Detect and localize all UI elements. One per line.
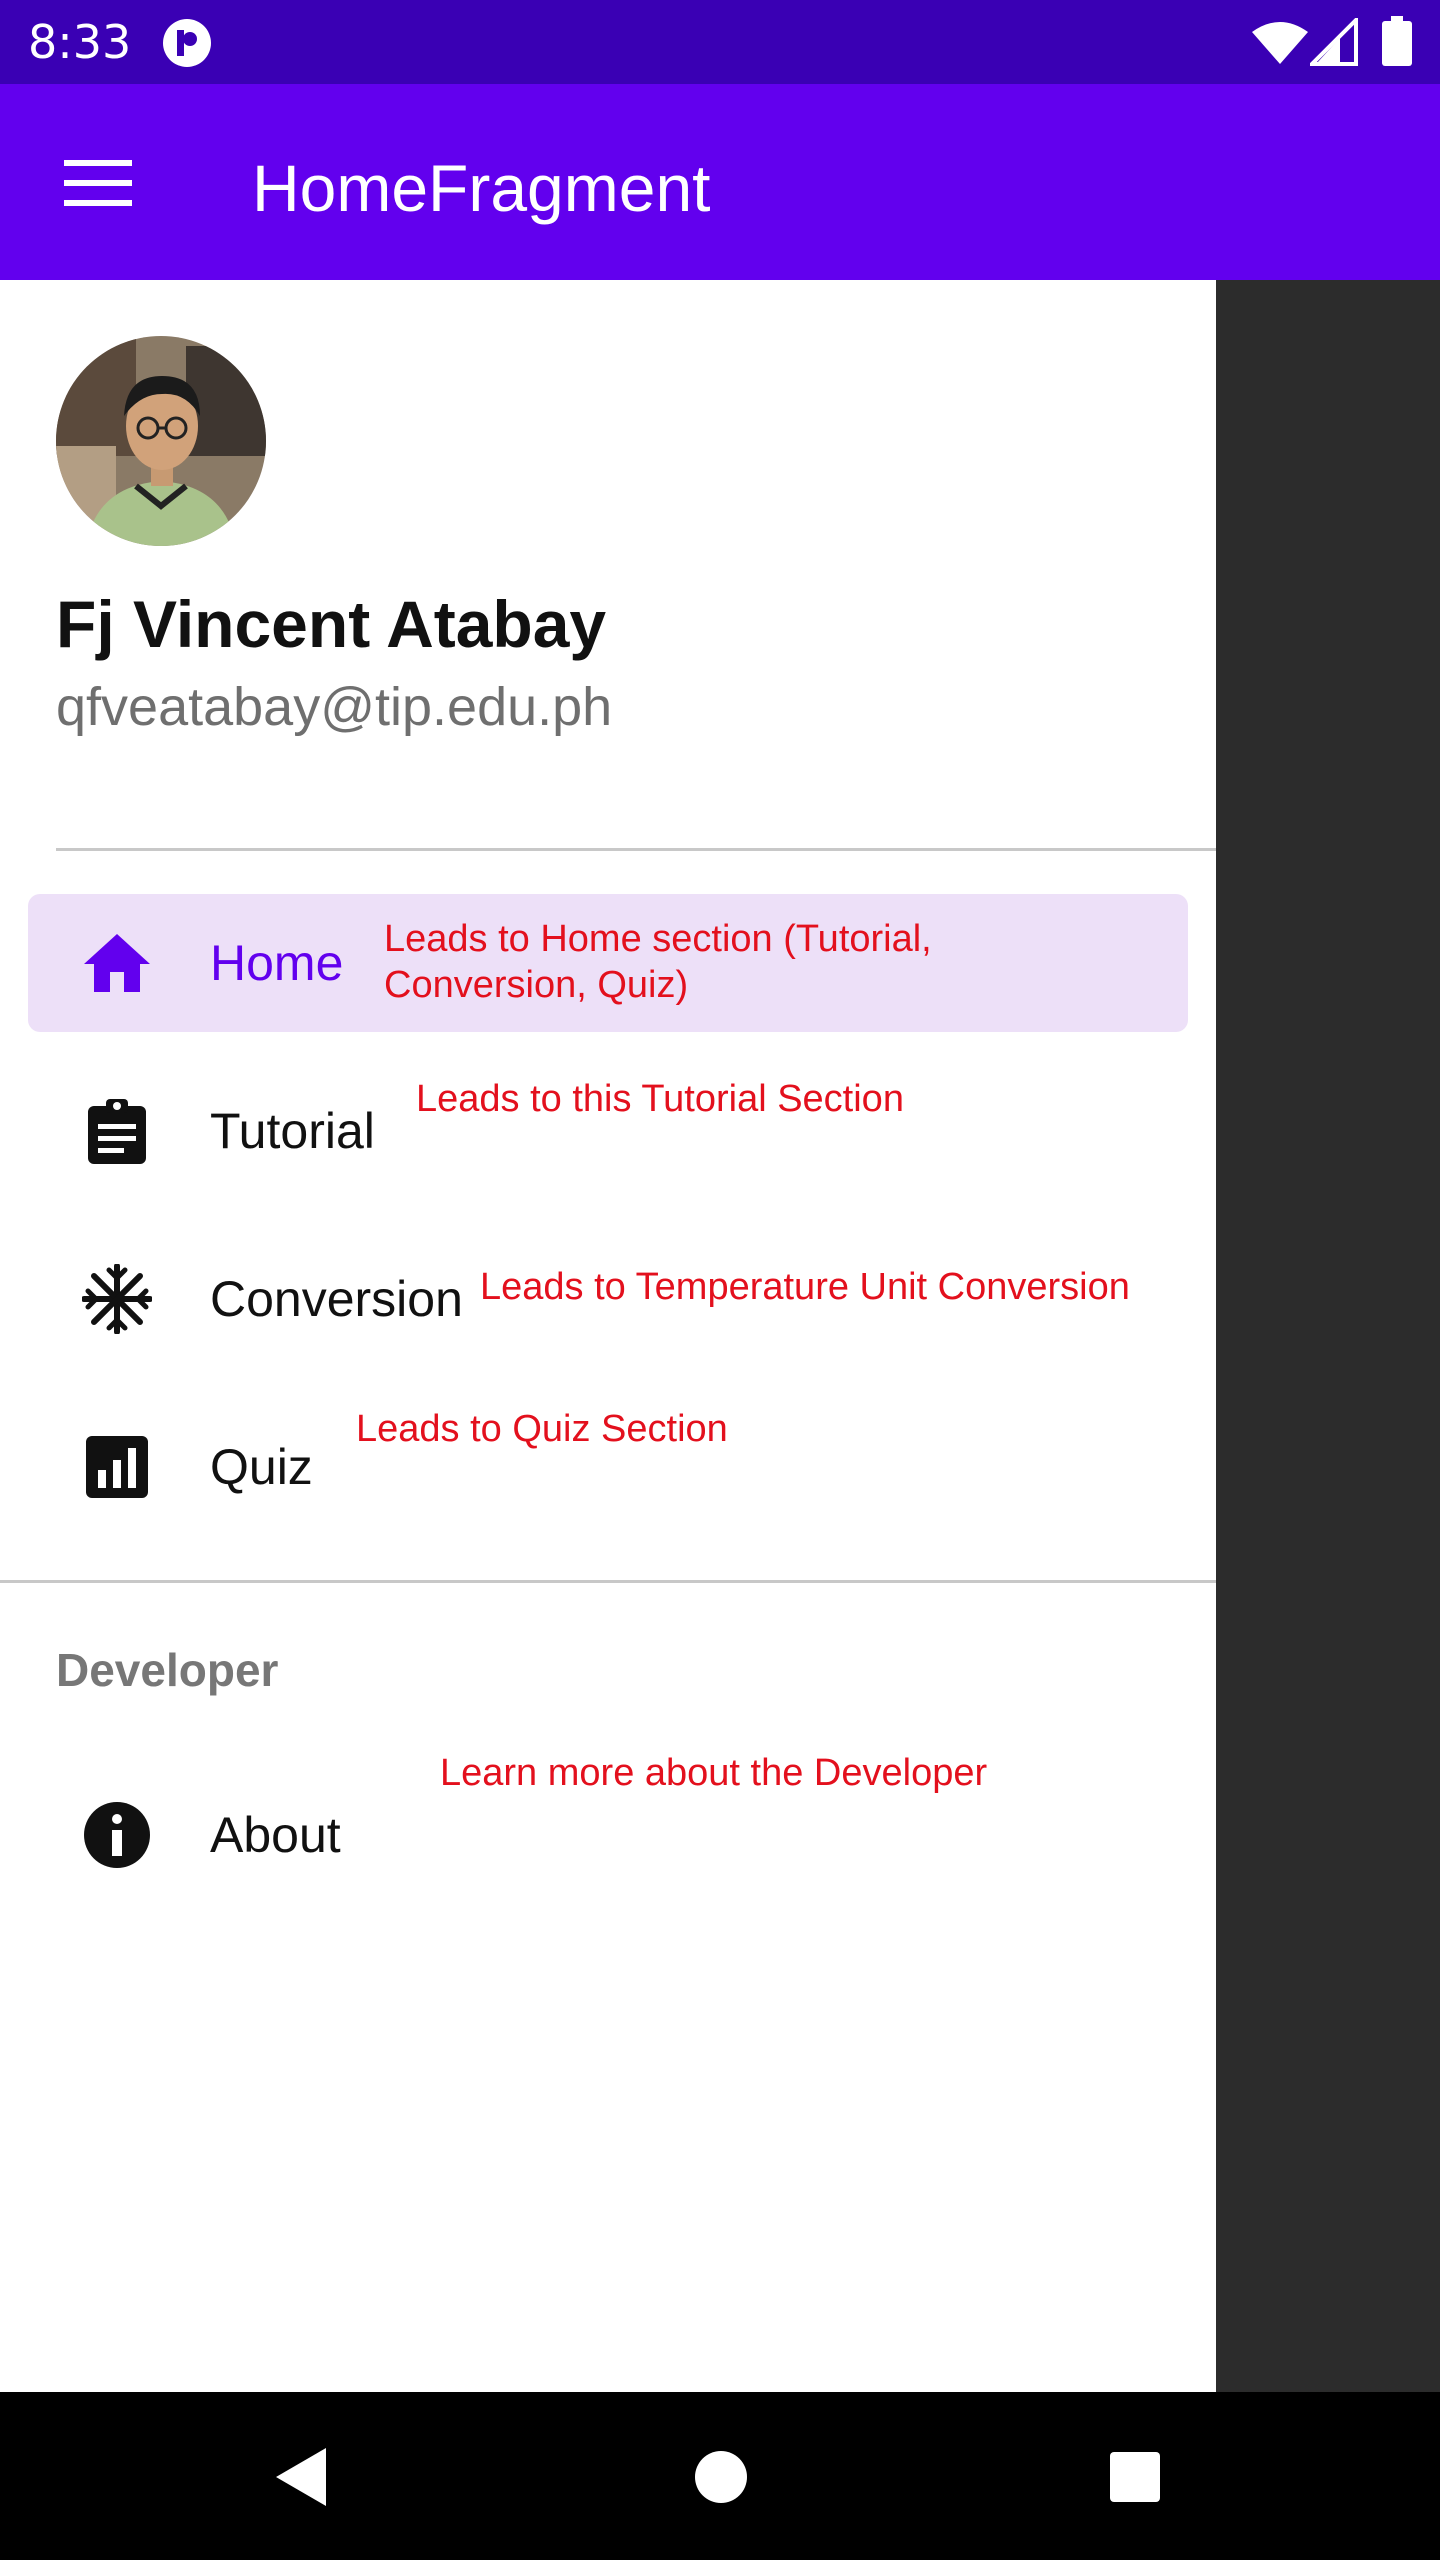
user-name: Fj Vincent Atabay bbox=[56, 587, 607, 661]
nav-item-label: Home bbox=[210, 935, 344, 991]
app-bar: HomeFragment bbox=[0, 84, 1440, 280]
nav-item-label: Tutorial bbox=[210, 1103, 375, 1159]
nav-item-label: Conversion bbox=[210, 1271, 463, 1327]
clipboard-icon bbox=[88, 1099, 146, 1164]
notification-app-icon bbox=[163, 19, 211, 67]
annotation-home: Leads to Home section (Tutorial, Convers… bbox=[384, 916, 932, 1008]
home-icon bbox=[84, 934, 150, 992]
system-nav-bar bbox=[0, 2392, 1440, 2560]
signal-icon bbox=[1310, 18, 1358, 66]
user-avatar bbox=[56, 336, 266, 546]
snowflake-icon bbox=[82, 1264, 152, 1334]
annotation-about: Learn more about the Developer bbox=[440, 1752, 988, 1794]
bar-chart-icon bbox=[86, 1436, 148, 1498]
nav-item-label: About bbox=[210, 1807, 341, 1863]
section-divider bbox=[0, 1580, 1216, 1583]
wifi-icon bbox=[1252, 22, 1308, 64]
annotation-home-line1: Leads to Home section (Tutorial, bbox=[384, 918, 932, 960]
battery-icon bbox=[1382, 16, 1412, 66]
annotation-home-line2: Conversion, Quiz) bbox=[384, 964, 689, 1006]
drawer-scrim[interactable] bbox=[1216, 280, 1440, 2392]
recents-icon[interactable] bbox=[1100, 2442, 1170, 2512]
user-email: qfveatabay@tip.edu.ph bbox=[56, 677, 613, 737]
header-divider bbox=[56, 848, 1216, 851]
info-icon bbox=[84, 1802, 150, 1868]
hamburger-menu-icon[interactable] bbox=[64, 160, 132, 206]
back-icon[interactable] bbox=[266, 2442, 336, 2512]
app-bar-title: HomeFragment bbox=[252, 151, 711, 225]
annotation-conversion: Leads to Temperature Unit Conversion bbox=[480, 1266, 1130, 1308]
status-bar: 8:33 bbox=[0, 0, 1440, 84]
section-header-developer: Developer bbox=[56, 1644, 279, 1696]
status-time: 8:33 bbox=[28, 15, 132, 69]
home-button-icon[interactable] bbox=[686, 2442, 756, 2512]
annotation-quiz: Leads to Quiz Section bbox=[356, 1408, 728, 1450]
annotation-tutorial: Leads to this Tutorial Section bbox=[416, 1078, 904, 1120]
nav-item-label: Quiz bbox=[210, 1439, 313, 1495]
